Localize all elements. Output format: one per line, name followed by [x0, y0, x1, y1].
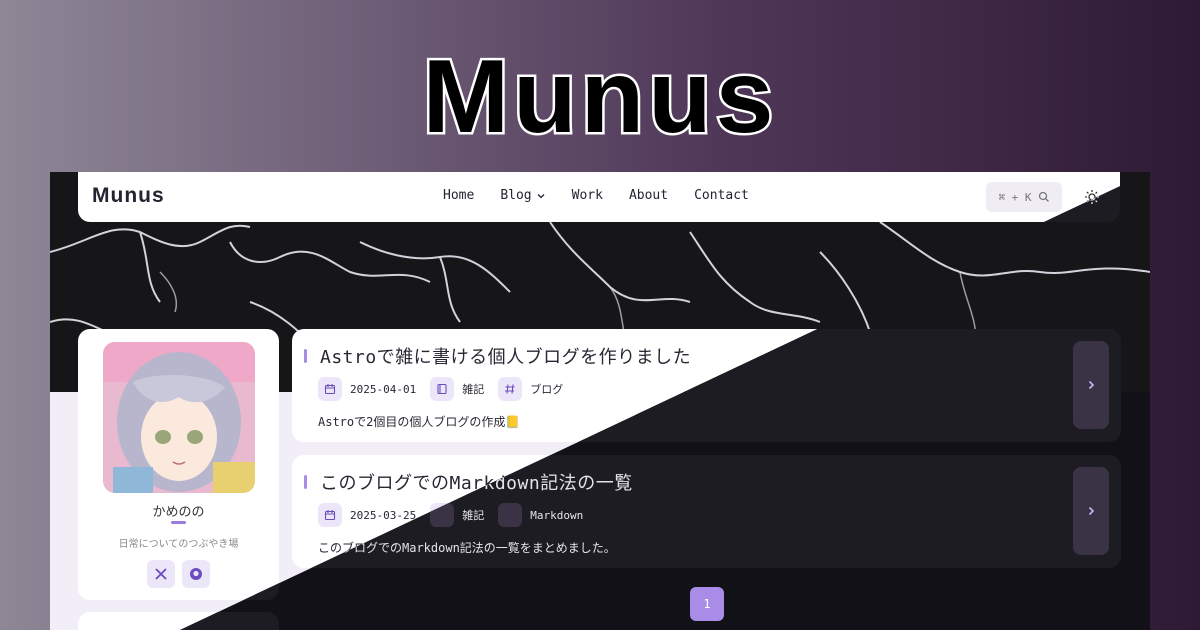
hero-title-text: Munus [422, 39, 777, 155]
post-accent [304, 475, 307, 489]
post-date: 2025-04-01 [350, 382, 417, 396]
search-button[interactable]: ⌘ + K [986, 182, 1062, 212]
navbar: Munus Home Blog Work About Contact ⌘ + K [78, 172, 1120, 222]
nav-links: Home Blog Work About Contact [443, 188, 749, 203]
read-more-button[interactable] [1073, 467, 1109, 555]
avatar [103, 342, 255, 493]
calendar-icon [318, 503, 342, 527]
post-excerpt: このブログでのMarkdown記法の一覧をまとめました。 [318, 541, 616, 555]
book-icon [430, 503, 455, 527]
book-icon [430, 377, 455, 401]
post-accent [304, 349, 307, 363]
nav-home[interactable]: Home [443, 188, 474, 203]
pagination-current-page[interactable]: 1 [690, 587, 724, 621]
hash-icon [498, 503, 523, 527]
post-tag[interactable]: ブログ [530, 381, 563, 397]
post-card[interactable]: Astroで雑に書ける個人ブログを作りました 2025-04-01 雑記 ブログ… [292, 329, 1121, 442]
nav-blog-label: Blog [500, 188, 532, 203]
profile-description: 日常についてのつぶやき場 [118, 539, 239, 550]
search-shortcut: ⌘ + K [998, 190, 1032, 204]
site-logo[interactable]: Munus [92, 184, 165, 208]
nav-contact[interactable]: Contact [694, 188, 749, 203]
post-date: 2025-03-25 [350, 508, 417, 522]
avatar-illustration [103, 342, 255, 493]
x-logo-icon [155, 568, 167, 580]
calendar-icon [318, 377, 342, 401]
hero-title: Munus [0, 30, 1200, 158]
read-more-button[interactable] [1073, 341, 1109, 429]
profile-card: かめのの 日常についてのつぶやき場 [78, 329, 279, 600]
sidebar-card [78, 612, 279, 630]
github-link-button[interactable] [182, 560, 210, 588]
chevron-right-icon [1088, 380, 1095, 390]
nav-work[interactable]: Work [572, 188, 603, 203]
post-card[interactable]: このブログでのMarkdown記法の一覧 2025-03-25 雑記 Markd… [292, 455, 1121, 568]
post-title[interactable]: Astroで雑に書ける個人ブログを作りました [320, 343, 691, 369]
post-excerpt: Astroで2個目の個人ブログの作成📒 [318, 415, 521, 429]
post-category[interactable]: 雑記 [462, 381, 484, 397]
profile-name: かめのの [152, 505, 205, 520]
sun-icon [1085, 190, 1099, 204]
theme-toggle-button[interactable] [1081, 186, 1103, 208]
profile-divider [171, 521, 186, 524]
nav-about[interactable]: About [629, 188, 668, 203]
post-meta: 2025-03-25 雑記 Markdown [318, 503, 597, 527]
x-link-button[interactable] [147, 560, 175, 588]
hero-title-graphic: Munus [420, 37, 776, 158]
post-title[interactable]: このブログでのMarkdown記法の一覧 [320, 469, 633, 495]
nav-blog[interactable]: Blog [500, 188, 545, 203]
search-icon [1038, 191, 1049, 202]
github-icon [190, 568, 202, 580]
hash-icon [498, 377, 523, 401]
post-tag[interactable]: Markdown [530, 509, 583, 522]
post-meta: 2025-04-01 雑記 ブログ [318, 377, 577, 401]
chevron-right-icon [1088, 506, 1095, 516]
post-category[interactable]: 雑記 [462, 507, 484, 523]
chevron-down-icon [537, 193, 545, 198]
screenshot-frame: Munus Home Blog Work About Contact ⌘ + K [50, 172, 1150, 630]
